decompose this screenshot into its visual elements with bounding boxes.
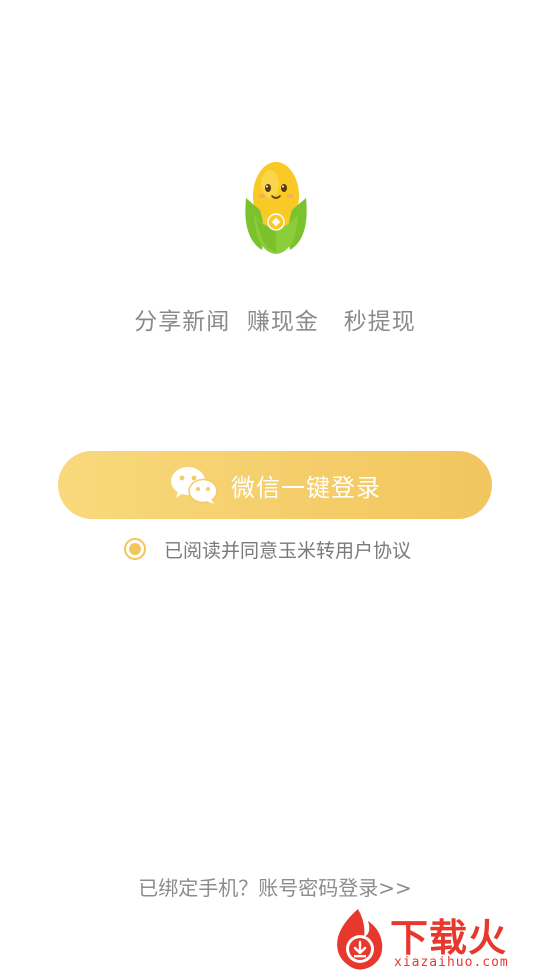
watermark: 下载火 xiazaihuo.com [322,905,550,977]
agreement-radio[interactable] [124,538,146,560]
download-flame-icon [337,909,383,970]
wechat-login-label: 微信一键登录 [231,473,381,502]
agreement-row: 已阅读并同意玉米转用户协议 [124,536,411,562]
login-screen: 分享新闻 赚现金 秒提现 微信一键登录 已阅读并同意玉米转用户协议 已绑定手机？… [0,0,550,977]
agreement-radio-dot [129,543,141,555]
watermark-url: xiazaihuo.com [394,955,509,970]
slogan-text: 分享新闻 赚现金 秒提现 [134,309,416,335]
watermark-title: 下载火 [390,916,508,960]
agreement-text[interactable]: 已阅读并同意玉米转用户协议 [164,536,411,563]
password-login-link[interactable]: 已绑定手机？账号密码登录>> [0,872,550,901]
wechat-icon [171,467,218,504]
corn-mascot-icon [245,162,307,254]
wechat-login-button[interactable]: 微信一键登录 [58,451,492,519]
